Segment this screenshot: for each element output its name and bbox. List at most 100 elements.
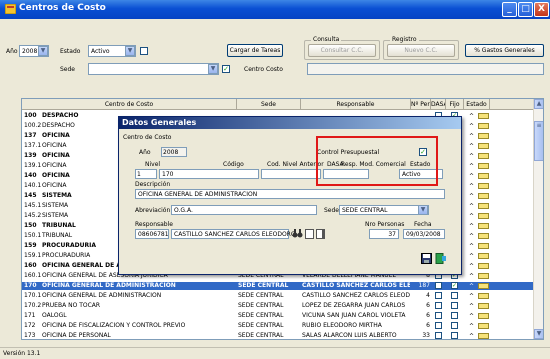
gastos-generales-button[interactable]: % Gastos Generales [465,44,544,57]
dlg-responsable-name-field[interactable]: CASTILLO SANCHEZ CARLOS ELEODORO [171,229,296,239]
minimize-button[interactable]: _ [502,2,517,17]
binoculars-icon[interactable] [292,228,303,239]
notes-icon[interactable] [478,113,489,119]
chevron-down-icon[interactable]: ▼ [38,46,48,56]
sede-select[interactable]: ▼ [88,63,219,75]
fijo-checkbox[interactable] [451,312,458,319]
col-sede[interactable]: Sede [237,99,301,110]
cell-npers: 33 [422,332,430,339]
table-row[interactable]: 173 OFICINA DE PERSONAL SEDE CENTRAL SALAS … [22,332,535,340]
notes-icon[interactable] [478,333,489,339]
col-npers[interactable]: Nº Pers [411,99,431,110]
clear-icon[interactable] [316,229,325,239]
notes-icon[interactable] [478,283,489,289]
dasa-checkbox[interactable] [435,312,442,319]
notes-icon[interactable] [478,223,489,229]
notes-icon[interactable] [478,213,489,219]
notes-icon[interactable] [478,263,489,269]
notes-icon[interactable] [478,183,489,189]
dasa-checkbox[interactable] [435,322,442,329]
chevron-down-icon[interactable]: ▼ [125,46,135,56]
estado-indicator: ^ [469,263,475,270]
fijo-checkbox[interactable] [451,292,458,299]
cell-description: OFICINA GENERAL DE ADMINISTRACION [42,292,162,299]
sede-checkbox[interactable]: ✓ [222,65,230,73]
dlg-sede-value: SEDE CENTRAL [342,207,388,214]
dlg-anio-field[interactable]: 2008 [161,147,187,157]
cell-code: 172 [24,322,36,329]
estado-checkbox[interactable] [140,47,148,55]
table-row[interactable]: 170.2 PRUEBA NO TOCAR SEDE CENTRAL LOPEZ DE… [22,302,535,310]
notes-icon[interactable] [478,303,489,309]
notes-icon[interactable] [478,293,489,299]
save-icon[interactable] [421,253,432,264]
dlg-responsable-code-field[interactable]: 08606781 [135,229,169,239]
cell-responsable: LOPEZ DE ZEGARRA JUAN CARLOS [302,302,406,309]
cargar-tareas-button[interactable]: Cargar de Tareas [227,44,283,57]
notes-icon[interactable] [478,153,489,159]
notes-icon[interactable] [478,243,489,249]
dlg-descripcion-field[interactable]: OFICINA GENERAL DE ADMINISTRACION [135,189,445,199]
dlg-abreviacion-field[interactable]: O.G.A. [171,205,317,215]
dlg-fecha-field[interactable]: 09/03/2008 [403,229,445,239]
window-title: Centros de Costo [19,3,106,13]
estado-indicator: ^ [469,333,475,340]
consultar-button[interactable]: Consultar C.C. [308,44,376,57]
notes-icon[interactable] [478,143,489,149]
notes-icon[interactable] [478,173,489,179]
notes-icon[interactable] [478,323,489,329]
table-row[interactable]: 170 OFICINA GENERAL DE ADMINISTRACION SEDE… [22,282,535,290]
dlg-nro-personas-label: Nro Personas [365,221,405,228]
notes-icon[interactable] [478,273,489,279]
table-row[interactable]: 171 OALOGL SEDE CENTRAL VICUÑA SAN JUAN CAR… [22,312,535,320]
notes-icon[interactable] [478,313,489,319]
scroll-down-icon[interactable]: ▼ [534,329,543,339]
dlg-nivel-field[interactable]: 1 [135,169,157,179]
dasa-checkbox[interactable] [435,282,442,289]
close-button[interactable]: X [534,2,549,17]
dlg-nro-personas-field[interactable]: 37 [369,229,399,239]
table-row[interactable]: 170.1 OFICINA GENERAL DE ADMINISTRACION SE… [22,292,535,300]
col-centro-costo[interactable]: Centro de Costo [22,99,237,110]
dasa-checkbox[interactable] [435,332,442,339]
chevron-down-icon[interactable]: ▼ [418,205,428,215]
centro-costo-field[interactable] [307,63,544,75]
chevron-down-icon[interactable]: ▼ [208,64,218,74]
dasa-checkbox[interactable] [435,292,442,299]
notes-icon[interactable] [478,193,489,199]
col-fijo[interactable]: Fijo [446,99,464,110]
notes-icon[interactable] [478,123,489,129]
dlg-fecha-value: 09/03/2008 [406,231,441,238]
cell-sede: SEDE CENTRAL [238,302,284,309]
estado-indicator: ^ [469,203,475,210]
col-responsable[interactable]: Responsable [301,99,411,110]
anio-select[interactable]: 2008 ▼ [19,45,49,57]
table-row[interactable]: 172 OFICINA DE FISCALIZACION Y CONTROL PR… [22,322,535,330]
document-icon[interactable] [305,229,314,239]
nuevo-button[interactable]: Nuevo C.C. [387,44,455,57]
col-estado[interactable]: Estado [464,99,490,110]
col-dasa[interactable]: DASA [431,99,446,110]
notes-icon[interactable] [478,133,489,139]
notes-icon[interactable] [478,253,489,259]
fijo-checkbox[interactable]: ✓ [451,282,458,289]
fijo-checkbox[interactable] [451,302,458,309]
notes-icon[interactable] [478,163,489,169]
vertical-scrollbar[interactable]: ▲ ≡ ▼ [533,99,543,339]
notes-icon[interactable] [478,233,489,239]
fijo-checkbox[interactable] [451,322,458,329]
scroll-thumb[interactable]: ≡ [534,121,543,161]
dlg-codigo-field[interactable]: 170 [159,169,259,179]
window-titlebar[interactable]: Centros de Costo _ □ X [0,0,550,19]
dasa-checkbox[interactable] [435,302,442,309]
estado-select[interactable]: Activo ▼ [88,45,136,57]
notes-icon[interactable] [478,203,489,209]
maximize-button[interactable]: □ [518,2,533,17]
dlg-sede-select[interactable]: SEDE CENTRAL ▼ [339,205,429,215]
fijo-checkbox[interactable] [451,332,458,339]
scroll-up-icon[interactable]: ▲ [534,99,543,109]
exit-icon[interactable] [435,253,447,264]
dlg-cod-anterior-field[interactable] [261,169,321,179]
cell-npers: 4 [426,292,430,299]
highlight-box [316,136,438,186]
